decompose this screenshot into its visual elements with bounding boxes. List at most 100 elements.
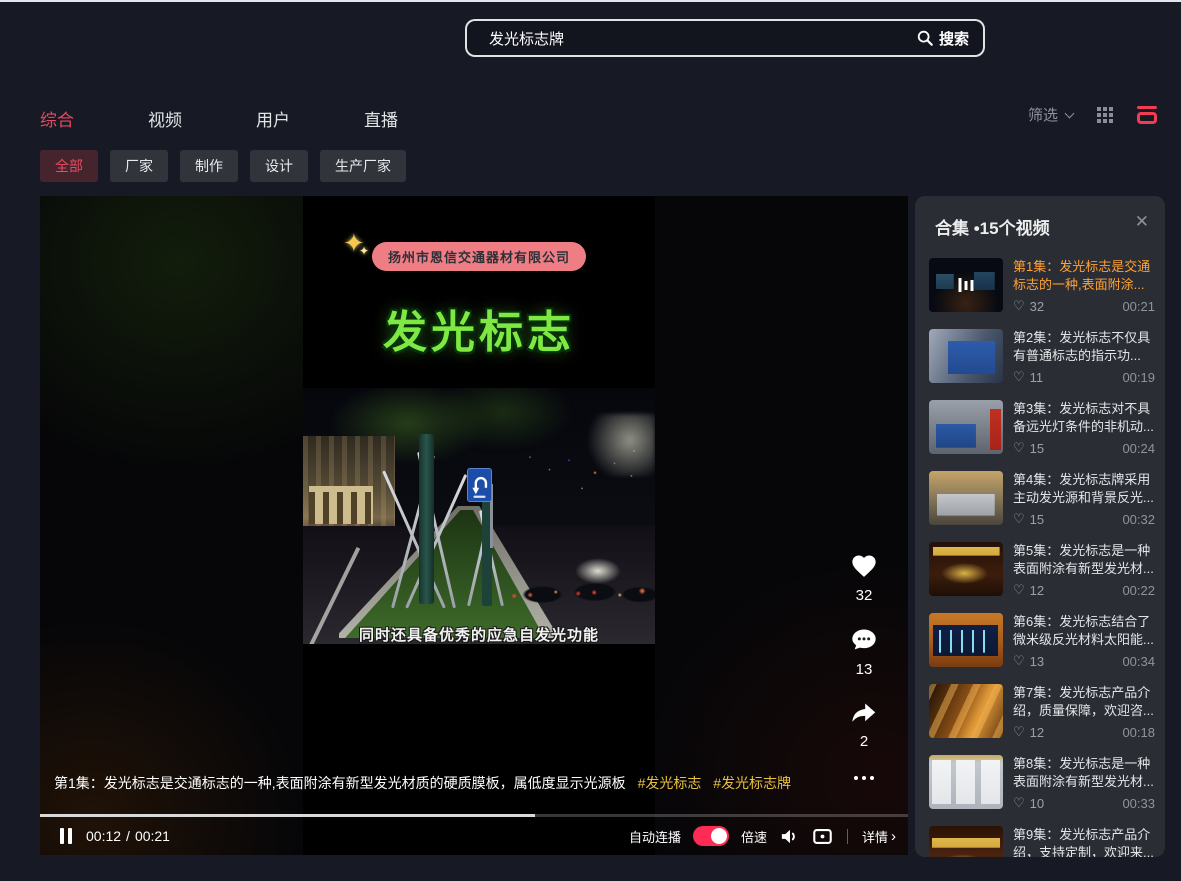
video-duration: 00:34 [1122,654,1155,669]
video-duration: 00:21 [1122,299,1155,314]
video-thumbnail[interactable] [929,684,1003,738]
video-thumbnail[interactable] [929,329,1003,383]
hashtag-link[interactable]: #发光标志 [638,775,702,791]
result-tab[interactable]: 直播 [364,106,398,131]
fullscreen-icon[interactable] [812,826,833,847]
video-title: 第5集：发光标志是一种表面附涂有新型发光材... [1013,542,1155,578]
grid-icon [1097,107,1101,111]
video-duration: 00:22 [1122,583,1155,598]
filter-chip[interactable]: 全部 [40,150,98,182]
video-title: 第9集：发光标志产品介绍，支持定制，欢迎来... [1013,826,1155,857]
pause-button[interactable] [60,828,72,844]
share-button[interactable] [849,700,879,726]
hashtag-link[interactable]: #发光标志牌 [713,775,791,791]
result-tab[interactable]: 用户 [256,106,290,131]
video-player[interactable]: ✦ 扬州市恩信交通器材有限公司 发光标志 [40,196,908,855]
like-count: 32 [856,587,873,604]
close-icon[interactable]: ✕ [1135,212,1149,232]
collection-header: 合集 •15个视频 ✕ [915,196,1165,250]
video-frame[interactable]: ✦ 扬州市恩信交通器材有限公司 发光标志 [303,196,655,855]
divider [847,829,848,844]
filter-chip[interactable]: 制作 [180,150,238,182]
collection-video-item[interactable]: 第3集：发光标志对不具备远光灯条件的非机动... ♡ 15 00:24 [929,400,1155,458]
video-thumbnail[interactable] [929,826,1003,857]
view-controls: 筛选 [1028,104,1157,125]
like-count: 12 [1030,583,1044,598]
filter-chip[interactable]: 厂家 [110,150,168,182]
more-options-button[interactable] [854,776,874,780]
search-button[interactable]: 搜索 [916,28,969,49]
video-title: 第7集：发光标志产品介绍，质量保障，欢迎咨... [1013,684,1155,720]
speed-button[interactable]: 倍速 [741,827,767,846]
collection-video-item[interactable]: 第7集：发光标志产品介绍，质量保障，欢迎咨... ♡ 12 00:18 [929,684,1155,742]
video-headline: 发光标志 [303,296,655,360]
result-tab[interactable]: 综合 [40,106,74,131]
search-results-page: 搜索 综合 视频 用户 直播 筛选 全部 厂家 [0,0,1181,881]
like-count: 11 [1030,370,1044,385]
collection-video-item[interactable]: 第6集：发光标志结合了微米级反光材料太阳能... ♡ 13 00:34 [929,613,1155,671]
video-title: 第6集：发光标志结合了微米级反光材料太阳能... [1013,613,1155,649]
collection-video-item[interactable]: 第8集：发光标志是一种表面附涂有新型发光材... ♡ 10 00:33 [929,755,1155,813]
result-tabs: 综合 视频 用户 直播 [40,106,398,131]
collection-video-item[interactable]: 第5集：发光标志是一种表面附涂有新型发光材... ♡ 12 00:22 [929,542,1155,600]
pause-icon [60,828,64,844]
video-thumbnail[interactable] [929,258,1003,312]
filter-label: 筛选 [1028,104,1058,125]
tree-trunk [419,434,434,604]
like-count: 15 [1030,512,1044,527]
comment-count: 13 [856,661,873,678]
autoplay-label: 自动连播 [629,827,681,846]
heart-outline-icon: ♡ [1013,369,1025,385]
video-thumbnail[interactable] [929,471,1003,525]
video-duration: 00:24 [1122,441,1155,456]
headlight-glow [575,558,621,584]
video-duration: 00:33 [1122,796,1155,811]
like-button[interactable] [849,552,879,580]
like-count: 13 [1030,654,1044,669]
filter-chip[interactable]: 生产厂家 [320,150,406,182]
filter-button[interactable]: 筛选 [1028,104,1073,125]
search-input[interactable] [489,30,916,47]
video-thumbnail[interactable] [929,755,1003,809]
collection-video-item[interactable]: 第4集：发光标志牌采用主动发光源和背景反光... ♡ 15 00:32 [929,471,1155,529]
video-duration: 00:19 [1122,370,1155,385]
chevron-down-icon [1065,108,1075,118]
heart-outline-icon: ♡ [1013,795,1025,811]
street-scene-image [303,388,655,644]
collection-video-item[interactable]: 第9集：发光标志产品介绍，支持定制，欢迎来... ♡ [929,826,1155,857]
collection-video-item[interactable]: 第2集：发光标志不仅具有普通标志的指示功... ♡ 11 00:19 [929,329,1155,387]
result-tab[interactable]: 视频 [148,106,182,131]
collection-video-item[interactable]: 第1集：发光标志是交通标志的一种,表面附涂... ♡ 32 00:21 [929,258,1155,316]
video-thumbnail[interactable] [929,613,1003,667]
autoplay-toggle[interactable] [693,826,729,846]
single-column-view-button[interactable] [1137,106,1157,124]
time-separator: / [126,828,130,844]
filter-chip[interactable]: 设计 [250,150,308,182]
video-duration: 00:18 [1122,725,1155,740]
streetlight-glow [571,414,655,476]
chevron-right-icon: › [891,828,896,845]
video-title: 第4集：发光标志牌采用主动发光源和背景反光... [1013,471,1155,507]
comment-button[interactable] [850,626,878,654]
video-title: 第1集：发光标志是交通标志的一种,表面附涂... [1013,258,1155,294]
volume-icon[interactable] [779,826,800,847]
player-controls: 00:12 / 00:21 自动连播 倍速 详情 › [40,817,908,855]
video-thumbnail[interactable] [929,400,1003,454]
grid-view-button[interactable] [1097,107,1113,123]
top-edge-strip [0,0,1181,2]
time-display: 00:12 / 00:21 [86,828,170,844]
video-thumbnail[interactable] [929,542,1003,596]
video-subtitle: 同时还具备优秀的应急自发光功能 [303,624,655,645]
search-icon [916,29,934,47]
collection-panel: 合集 •15个视频 ✕ 第1集：发光标志是交通标志的一种,表面附涂... ♡ 3… [915,196,1165,857]
video-title: 第8集：发光标志是一种表面附涂有新型发光材... [1013,755,1155,791]
like-count: 12 [1030,725,1044,740]
building-facade [309,486,373,524]
like-count: 15 [1030,441,1044,456]
company-banner: 扬州市恩信交通器材有限公司 [372,242,586,271]
search-button-label: 搜索 [939,28,969,49]
details-button[interactable]: 详情 › [862,827,896,846]
video-title: 第3集：发光标志对不具备远光灯条件的非机动... [1013,400,1155,436]
like-count: 10 [1030,796,1044,811]
column-view-icon [1137,106,1157,109]
